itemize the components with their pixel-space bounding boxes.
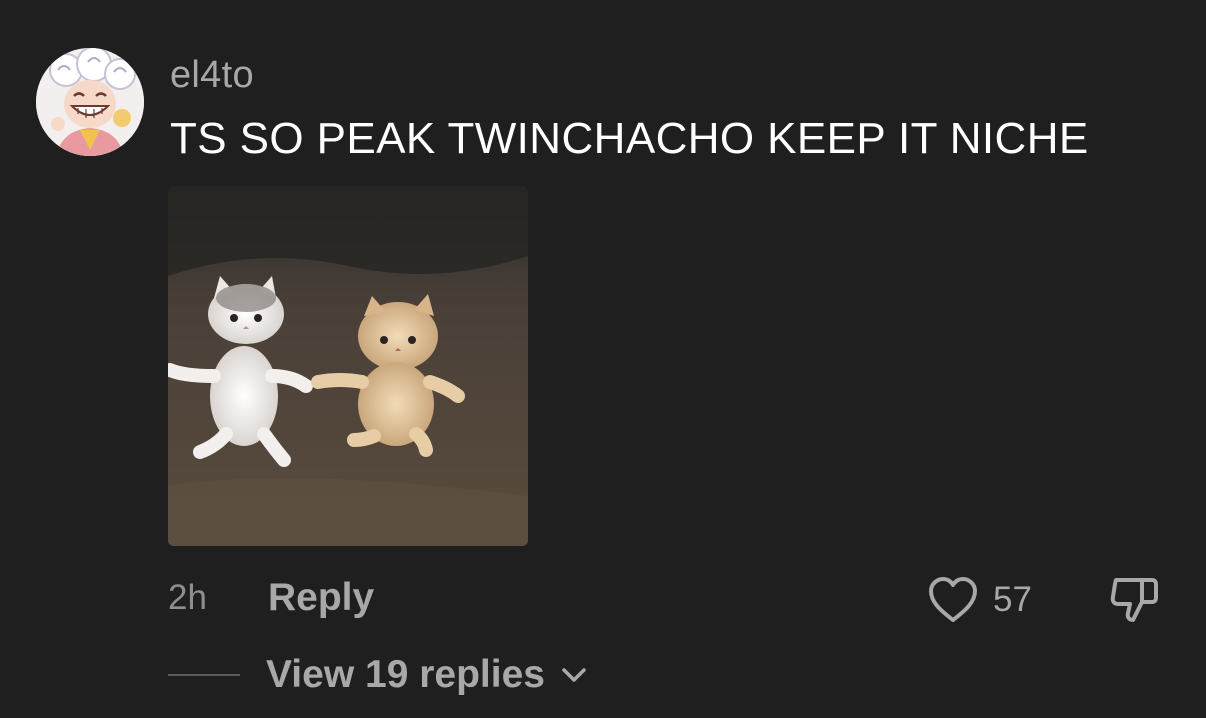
like-button[interactable] — [926, 574, 980, 626]
dislike-button[interactable] — [1106, 572, 1162, 628]
view-replies-button[interactable]: View 19 replies — [266, 653, 545, 697]
dancing-kittens-image — [168, 186, 528, 546]
timestamp: 2h — [168, 578, 207, 617]
chevron-down-icon[interactable] — [560, 664, 588, 686]
thumbs-down-icon — [1110, 578, 1158, 622]
anime-avatar-icon — [36, 48, 144, 156]
reply-button[interactable]: Reply — [268, 576, 374, 620]
like-count: 57 — [993, 580, 1032, 619]
avatar[interactable] — [36, 48, 144, 156]
comment: el4to TS SO PEAK TWINCHACHO KEEP IT NICH… — [0, 0, 1206, 718]
username[interactable]: el4to — [170, 54, 254, 97]
comment-text: TS SO PEAK TWINCHACHO KEEP IT NICHE — [170, 114, 1089, 163]
divider — [168, 674, 240, 676]
heart-icon — [929, 577, 977, 622]
comment-media-image[interactable] — [168, 186, 528, 546]
